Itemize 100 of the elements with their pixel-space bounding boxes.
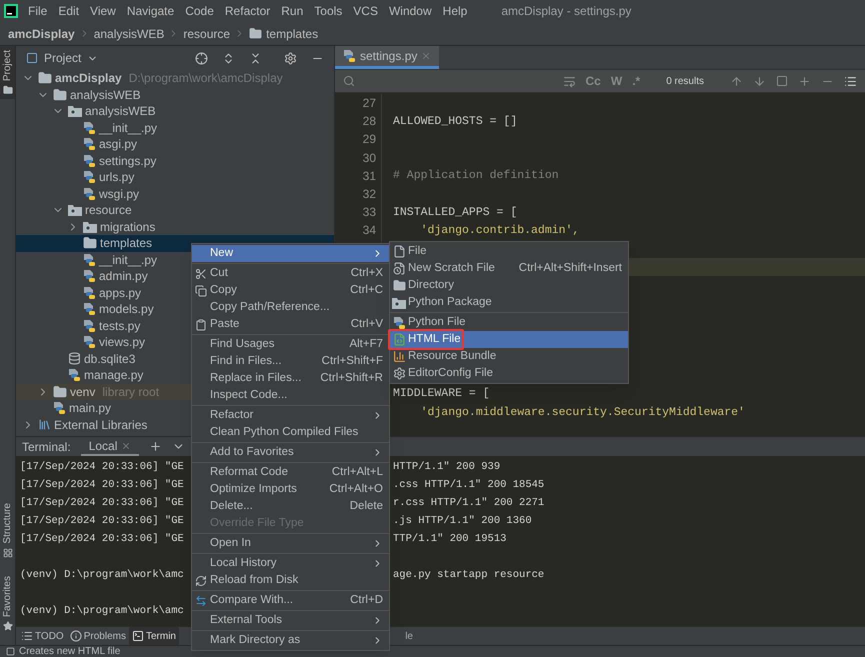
tool-window-tab[interactable]: Problems [66,627,129,645]
crosshair-icon[interactable] [195,52,208,64]
code-line: INSTALLED_APPS = [ [393,204,518,221]
menu-item[interactable]: Mark Directory as [192,632,389,649]
close-icon[interactable] [121,440,132,450]
menu-bar-item[interactable]: File [28,2,48,20]
side-tab[interactable]: Structure [0,499,15,562]
menu-bar-item[interactable]: Edit [58,2,80,20]
menu-item[interactable]: Delete... Delete [192,498,389,515]
menu-item[interactable]: Paste Ctrl+V [192,316,389,333]
tree-item[interactable]: urls.py [16,169,334,186]
tree-item[interactable]: resource [16,202,334,218]
menu-bar-item[interactable]: Refactor [224,2,270,20]
menu-item[interactable]: Directory [390,277,628,294]
menu-bar-item[interactable]: Window [388,2,432,20]
menu-item[interactable]: External Tools [192,612,389,629]
terminal-line: (venv) D:\program\work\amc [20,569,184,582]
menu-item[interactable]: HTML File [390,331,628,348]
side-tab[interactable]: Favorites [0,572,15,635]
filter-list-icon[interactable] [844,74,857,88]
wrap-icon[interactable] [562,74,576,88]
arrow-down-icon[interactable] [753,74,766,88]
menu-bar-item[interactable]: Navigate [126,2,174,20]
breadcrumb-item[interactable]: analysisWEB [94,24,164,42]
tree-item[interactable]: migrations [16,218,334,235]
select-all-icon[interactable] [776,75,788,87]
menu-item[interactable]: Find Usages Alt+F7 [192,336,389,353]
tree-item-label: wsgi.py [99,186,140,203]
breadcrumb-item[interactable]: amcDisplay [8,24,75,42]
menu-bar-item[interactable]: View [90,2,116,20]
tree-item-label: migrations [100,218,156,236]
menu-item[interactable]: Add to Favorites [192,444,389,461]
tree-item[interactable]: settings.py [16,152,334,169]
panel-title[interactable]: Project [44,49,82,67]
tool-window-tab[interactable]: le [405,628,413,644]
add-icon[interactable] [149,440,162,453]
folder-icon [2,85,12,96]
menu-item[interactable]: Copy Ctrl+C [192,282,389,299]
tree-item[interactable]: analysisWEB [16,86,334,103]
menu-item[interactable]: Resource Bundle [390,348,628,365]
window-title: amcDisplay - settings.py [501,3,632,20]
menu-item[interactable]: Python File [390,314,628,331]
menu-item[interactable]: Clean Python Compiled Files [192,424,389,441]
code-line: MIDDLEWARE = [ [393,386,490,402]
tree-item[interactable]: amcDisplay D:\program\work\amcDisplay [16,70,334,86]
menu-item[interactable]: Python Package [390,294,628,311]
menu-item[interactable]: Reload from Disk [192,572,389,589]
folder-icon [83,236,97,250]
tree-item[interactable]: analysisWEB [16,103,334,120]
tree-item[interactable]: wsgi.py [16,186,334,202]
tool-window-tab[interactable]: Termin [128,627,179,645]
collapse-all-icon[interactable] [249,52,262,64]
gear-icon [392,367,406,380]
menu-item[interactable]: Cut Ctrl+X [192,265,389,282]
package-folder-icon [68,105,82,118]
tool-window-tab[interactable]: TODO [18,627,67,645]
menu-item[interactable]: Local History [192,555,389,572]
line-number: 28 [362,114,376,128]
code-line: # Application definition [393,168,559,184]
folder-icon [249,27,262,40]
tree-item-label: models.py [99,301,154,318]
menu-item[interactable]: Open In [192,535,389,552]
close-icon[interactable] [421,51,432,61]
folder-icon [53,88,67,102]
libraries-icon [38,418,51,432]
menu-item[interactable]: Compare With... Ctrl+D [192,592,389,609]
search-icon[interactable] [343,75,355,87]
app-logo [4,4,18,18]
menu-item[interactable]: File [390,243,628,260]
scissors-icon [195,268,207,280]
menu-bar-item[interactable]: VCS [353,2,378,20]
shortcut-label: Ctrl+Alt+L [332,464,383,480]
terminal-line: [17/Sep/2024 20:33:06] "GE [20,497,184,510]
menu-bar-item[interactable]: Code [185,2,214,20]
tree-item-label: apps.py [99,284,142,302]
star-icon [2,620,12,631]
menu-item[interactable]: Reformat Code Ctrl+Alt+L [192,464,389,481]
code-line: 'django.middleware.security.SecurityMiddleware' [420,404,745,421]
menu-bar-item[interactable]: Tools [314,2,342,20]
side-tab[interactable]: Project [0,46,15,100]
add-occurrence-icon[interactable] [798,74,811,88]
breadcrumb-item[interactable]: templates [266,24,318,42]
menu-bar-item[interactable]: Run [281,2,304,20]
editor-tab[interactable]: settings.py [335,46,440,69]
arrow-up-icon[interactable] [730,74,743,88]
menu-item[interactable]: New [192,245,389,262]
menu-item[interactable]: Refactor [192,407,389,424]
menu-item[interactable]: Optimize Imports Ctrl+Alt+O [192,481,389,498]
settings-icon[interactable] [284,52,297,64]
breadcrumb-item[interactable]: resource [183,24,230,42]
menu-item[interactable]: Copy Path/Reference... [192,299,389,316]
menu-item[interactable]: EditorConfig File [390,365,628,382]
python-file-icon [83,154,96,168]
menu-item[interactable]: Find in Files... Ctrl+Shift+F [192,353,389,370]
menu-bar-item[interactable]: Help [442,2,468,20]
tree-item[interactable]: asgi.py [16,136,334,152]
tree-item[interactable]: __init__.py [16,120,334,136]
shortcut-label: Ctrl+D [350,592,383,608]
package-folder-icon [68,204,82,216]
line-number: 32 [362,187,376,202]
